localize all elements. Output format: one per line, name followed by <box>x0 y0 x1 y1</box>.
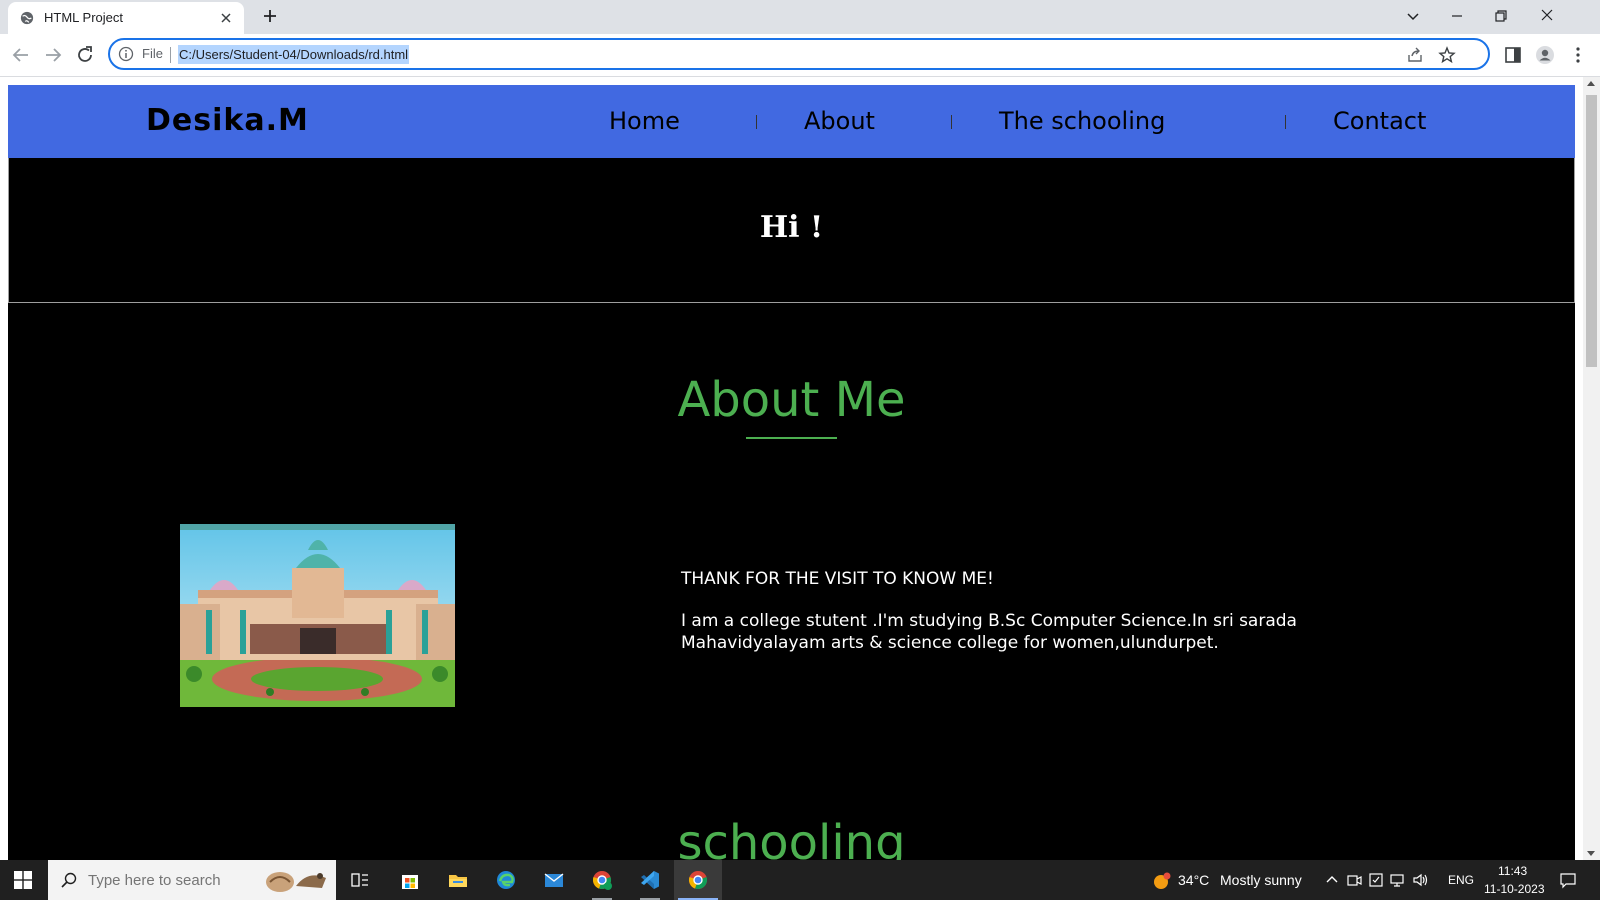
reload-icon[interactable] <box>74 44 96 66</box>
close-icon[interactable] <box>218 10 234 26</box>
about-section-title: About Me <box>677 372 906 428</box>
nav-divider <box>756 115 757 129</box>
search-highlight-illustration <box>266 872 326 892</box>
meet-now-icon[interactable] <box>1346 872 1362 888</box>
vscode-button[interactable] <box>626 860 674 900</box>
site-logo[interactable]: Desika.M <box>146 103 309 138</box>
schooling-section-title: schooling <box>677 815 906 860</box>
address-bar[interactable]: File C:/Users/Student-04/Downloads/rd.ht… <box>108 38 1490 70</box>
weather-temperature[interactable]: 34°C <box>1178 872 1209 888</box>
menu-kebab-icon[interactable] <box>1568 45 1588 65</box>
taskbar-search-box[interactable] <box>48 860 336 900</box>
page-viewport: Desika.M Home About The schooling Contac… <box>0 77 1600 860</box>
mail-icon <box>544 873 564 887</box>
nav-link-contact[interactable]: Contact <box>1333 107 1426 135</box>
chrome-profile-icon <box>592 871 612 890</box>
weather-sun-icon[interactable] <box>1152 871 1172 891</box>
clock-date[interactable]: 11-10-2023 <box>1484 882 1545 896</box>
college-building-image <box>180 524 455 707</box>
clock-time[interactable]: 11:43 <box>1498 864 1527 878</box>
tab-title: HTML Project <box>44 10 123 25</box>
store-icon <box>402 875 418 889</box>
search-icon <box>61 872 77 888</box>
windows-start-icon[interactable] <box>14 871 32 889</box>
chrome-icon <box>688 871 708 890</box>
address-separator <box>170 47 171 63</box>
about-paragraph: I am a college stutent .I'm studying B.S… <box>681 611 1297 653</box>
window-close-icon[interactable] <box>1536 6 1558 26</box>
site-navbar: Desika.M Home About The schooling Contac… <box>8 85 1575 158</box>
profile-icon[interactable] <box>1535 45 1555 65</box>
network-icon[interactable] <box>1390 872 1406 888</box>
nav-link-home[interactable]: Home <box>609 107 680 135</box>
tab-strip: HTML Project <box>0 0 1600 34</box>
file-explorer-icon <box>449 875 467 887</box>
scroll-down-icon[interactable] <box>1587 851 1595 856</box>
edge-icon <box>497 871 515 889</box>
browser-tab[interactable]: HTML Project <box>8 2 244 34</box>
task-view-icon <box>351 873 368 887</box>
hero-greeting: Hi ! <box>759 210 824 245</box>
chrome-profile-button[interactable] <box>578 860 626 900</box>
defender-icon[interactable] <box>1368 872 1384 888</box>
nav-link-about[interactable]: About <box>804 107 875 135</box>
back-icon[interactable] <box>10 44 32 66</box>
scroll-up-icon[interactable] <box>1587 81 1595 86</box>
about-heading: THANK FOR THE VISIT TO KNOW ME! <box>681 569 994 589</box>
nav-link-schooling[interactable]: The schooling <box>999 107 1165 135</box>
college-photo <box>180 524 455 707</box>
task-view-button[interactable] <box>336 860 384 900</box>
tab-search-icon[interactable] <box>1402 6 1424 26</box>
weather-description[interactable]: Mostly sunny <box>1220 872 1302 888</box>
mail-button[interactable] <box>530 860 578 900</box>
site-info-icon[interactable] <box>118 46 134 62</box>
restore-icon[interactable] <box>1490 6 1512 26</box>
hero-banner: Hi ! <box>8 158 1575 303</box>
browser-toolbar: File C:/Users/Student-04/Downloads/rd.ht… <box>0 34 1600 77</box>
nav-divider <box>951 115 952 129</box>
notifications-icon[interactable] <box>1559 871 1577 889</box>
file-explorer-button[interactable] <box>434 860 482 900</box>
volume-icon[interactable] <box>1412 872 1428 888</box>
edge-button[interactable] <box>482 860 530 900</box>
chevron-up-icon[interactable] <box>1324 872 1340 888</box>
scrollbar-thumb[interactable] <box>1586 95 1597 367</box>
taskbar-search-input[interactable] <box>88 871 278 889</box>
website: Desika.M Home About The schooling Contac… <box>8 85 1575 860</box>
vscode-icon <box>641 871 659 889</box>
title-underline <box>746 437 837 439</box>
store-button[interactable] <box>386 860 434 900</box>
share-icon[interactable] <box>1406 46 1424 64</box>
about-text: THANK FOR THE VISIT TO KNOW ME! I am a c… <box>681 568 1381 674</box>
windows-taskbar: 34°C Mostly sunny ENG 11:43 11-10-2023 <box>0 860 1600 900</box>
chrome-button[interactable] <box>674 860 722 900</box>
url-text[interactable]: C:/Users/Student-04/Downloads/rd.html <box>178 45 410 64</box>
minimize-icon[interactable] <box>1446 6 1468 26</box>
nav-divider <box>1285 115 1286 129</box>
bookmark-star-icon[interactable] <box>1438 46 1456 64</box>
new-tab-icon[interactable] <box>262 8 278 24</box>
page-scrollbar[interactable] <box>1583 77 1600 860</box>
globe-icon <box>20 11 34 25</box>
forward-icon[interactable] <box>42 44 64 66</box>
file-scheme-label: File <box>142 46 163 61</box>
side-panel-icon[interactable] <box>1503 45 1523 65</box>
language-indicator[interactable]: ENG <box>1448 873 1474 887</box>
